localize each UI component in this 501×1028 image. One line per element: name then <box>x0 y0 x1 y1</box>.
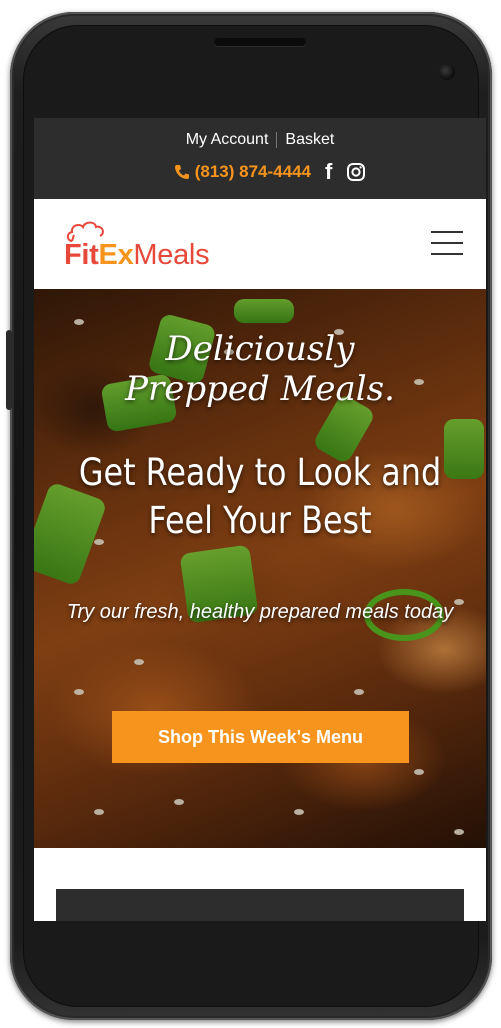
hero-script-heading: Deliciously Prepped Meals. <box>125 329 395 409</box>
phone-screen: My Account Basket (813) 874-4444 f FitEx… <box>34 118 486 921</box>
logo-ex: Ex <box>98 239 134 271</box>
phone-link[interactable]: (813) 874-4444 <box>174 162 311 182</box>
section-bar <box>56 889 464 921</box>
my-account-link[interactable]: My Account <box>178 131 277 149</box>
shop-menu-button[interactable]: Shop This Week's Menu <box>112 711 409 763</box>
content-section <box>34 848 486 921</box>
hero-banner: Deliciously Prepped Meals. Get Ready to … <box>34 289 486 848</box>
fitexmeals-logo[interactable]: FitExMeals <box>64 221 264 277</box>
hero-title: Get Ready to Look and Feel Your Best <box>78 451 442 542</box>
menu-line <box>431 242 463 244</box>
top-bar: My Account Basket (813) 874-4444 f <box>34 118 486 199</box>
logo-meals: Meals <box>133 239 210 271</box>
hero-subtitle: Try our fresh, healthy prepared meals to… <box>66 601 454 623</box>
account-links: My Account Basket <box>34 118 486 150</box>
contact-row: (813) 874-4444 f <box>34 154 486 190</box>
site-header: FitExMeals <box>34 199 486 289</box>
phone-icon <box>174 165 189 179</box>
camera-icon <box>439 64 455 80</box>
hero-content: Deliciously Prepped Meals. Get Ready to … <box>34 289 486 848</box>
instagram-icon[interactable] <box>346 162 366 182</box>
logo-fit: Fit <box>64 239 99 271</box>
basket-link[interactable]: Basket <box>277 131 342 149</box>
facebook-icon[interactable]: f <box>325 159 332 185</box>
phone-side-button <box>6 330 12 410</box>
facebook-glyph: f <box>324 159 333 184</box>
menu-line <box>431 253 463 255</box>
instagram-glyph <box>347 163 366 181</box>
hamburger-menu-icon[interactable] <box>431 231 463 255</box>
menu-line <box>431 231 463 233</box>
phone-speaker <box>214 38 306 46</box>
phone-number: (813) 874-4444 <box>194 162 311 181</box>
logo-wordmark: FitExMeals <box>64 239 210 272</box>
